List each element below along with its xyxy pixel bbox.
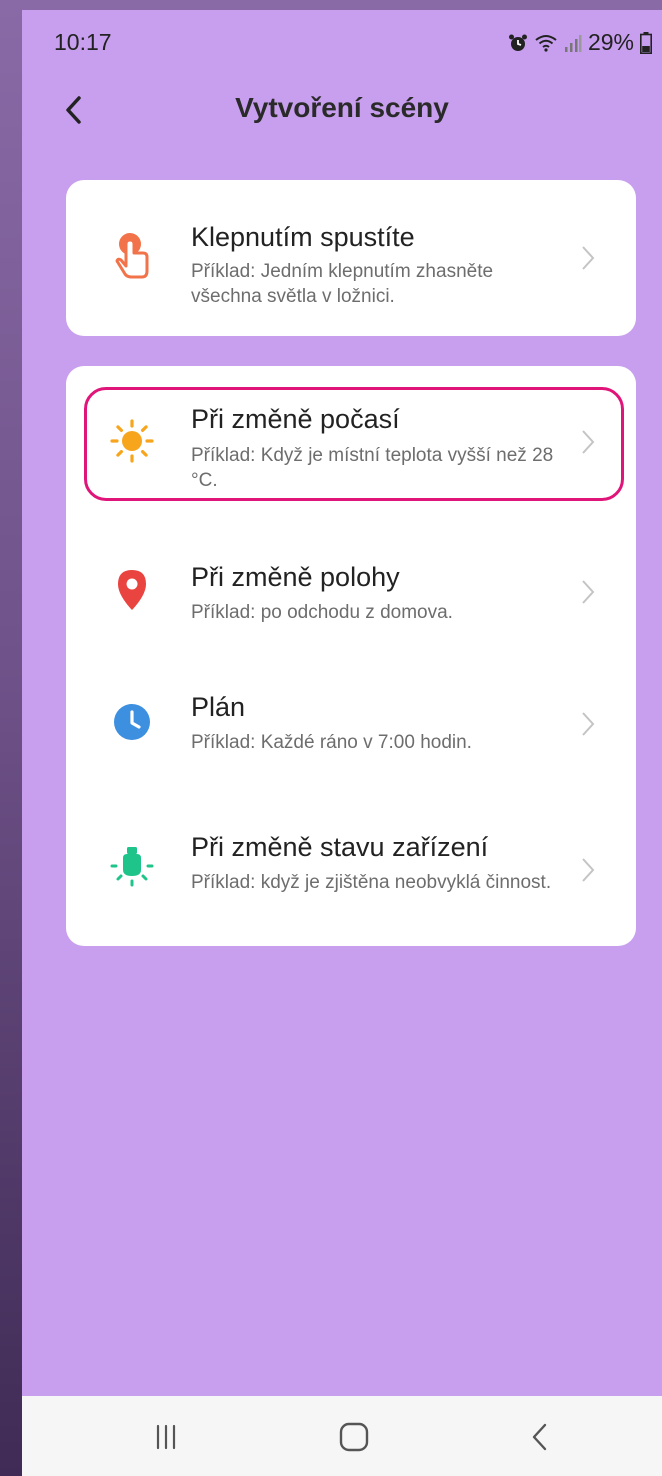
alarm-icon (508, 33, 528, 53)
option-description: Příklad: Když je místní teplota vyšší ne… (191, 445, 554, 491)
tap-hand-icon (108, 232, 156, 280)
clock-icon (108, 698, 156, 746)
option-title: Při změně stavu zařízení (191, 832, 489, 862)
status-time: 10:17 (54, 29, 112, 55)
status-icons: 29% (508, 29, 652, 56)
option-tap-to-run[interactable]: Klepnutím spustíte Příklad: Jedním klepn… (66, 180, 636, 336)
option-device-state-change[interactable]: Při změně stavu zařízení Příklad: když j… (66, 796, 636, 936)
sun-icon (108, 417, 156, 465)
chevron-right-icon (576, 240, 600, 276)
chevron-right-icon (576, 706, 600, 742)
system-nav-bar (22, 1396, 662, 1476)
status-bar: 10:17 29% (22, 10, 662, 74)
wifi-icon (534, 33, 558, 53)
option-description: Příklad: po odchodu z domova. (191, 602, 453, 623)
option-description: Příklad: Každé ráno v 7:00 hodin. (191, 732, 472, 753)
option-description: Příklad: Jedním klepnutím zhasněte všech… (191, 261, 494, 307)
home-button[interactable] (324, 1412, 384, 1462)
recent-apps-icon (156, 1424, 176, 1450)
option-weather-change[interactable]: Při změně počasí Příklad: Když je místní… (66, 376, 636, 496)
option-description: Příklad: když je zjištěna neobvyklá činn… (191, 872, 552, 893)
chevron-right-icon (576, 574, 600, 610)
recent-apps-button[interactable] (136, 1412, 196, 1462)
location-pin-icon (108, 566, 156, 614)
option-title: Plán (191, 692, 246, 722)
battery-icon (640, 31, 652, 54)
chevron-right-icon (576, 852, 600, 888)
back-icon (532, 1423, 547, 1451)
chevron-right-icon (576, 424, 600, 460)
option-schedule[interactable]: Plán Příklad: Každé ráno v 7:00 hodin. (66, 666, 636, 776)
option-title: Klepnutím spustíte (191, 222, 415, 252)
signal-icon (564, 33, 582, 53)
option-title: Při změně počasí (191, 404, 400, 434)
option-card-tap: Klepnutím spustíte Příklad: Jedním klepn… (66, 180, 636, 336)
option-location-change[interactable]: Při změně polohy Příklad: po odchodu z d… (66, 536, 636, 646)
battery-percentage: 29% (587, 29, 634, 55)
nav-back-button[interactable] (510, 1412, 570, 1462)
header: Vytvoření scény (22, 74, 662, 146)
option-title: Při změně polohy (191, 562, 400, 592)
app-screen: 10:17 29% Vytvoření scény Klepnutím spus… (22, 10, 662, 1476)
device-bulb-icon (108, 842, 156, 890)
home-icon (339, 1422, 369, 1452)
page-title: Vytvoření scény (235, 92, 449, 123)
option-card-automation: Při změně počasí Příklad: Když je místní… (66, 366, 636, 946)
